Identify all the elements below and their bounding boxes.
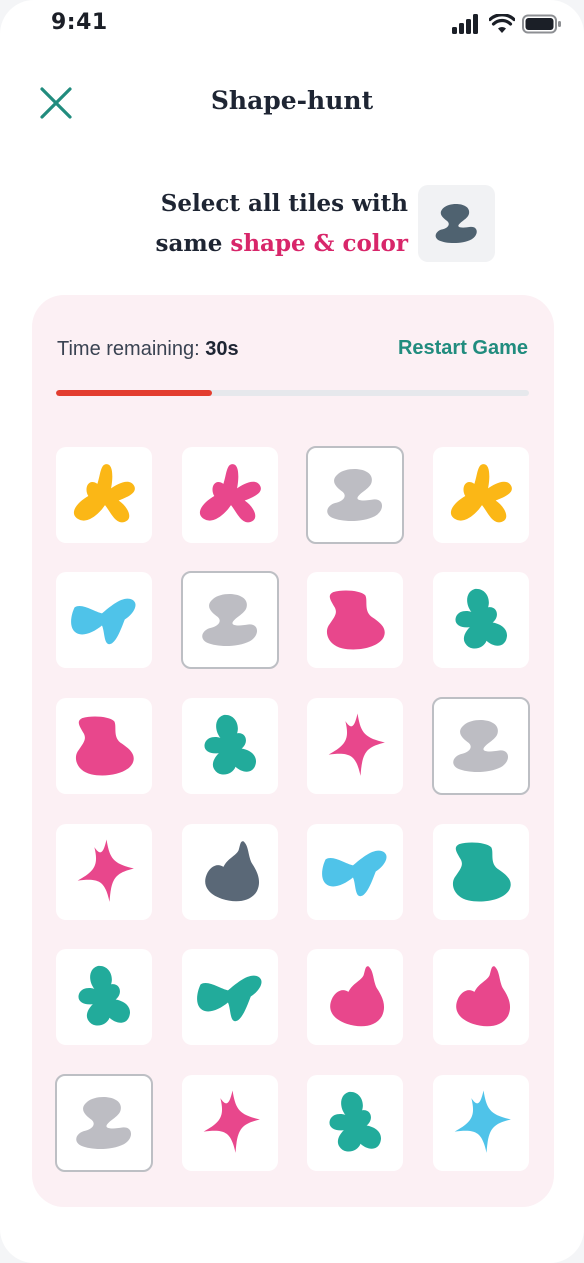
- shape-tile[interactable]: [432, 697, 530, 795]
- shape-tile[interactable]: [56, 572, 152, 668]
- shape-tile[interactable]: [307, 949, 403, 1045]
- boot-icon: [452, 842, 511, 902]
- shape-tile[interactable]: [181, 571, 279, 669]
- boot-shape: [452, 842, 511, 902]
- wifi-icon: [489, 14, 515, 33]
- signal-icon: [452, 14, 478, 34]
- shape-tile[interactable]: [307, 1075, 403, 1171]
- clover-icon: [204, 714, 257, 775]
- fan-icon: [199, 464, 261, 523]
- s-blob-shape: [327, 468, 383, 522]
- clover-icon: [78, 965, 131, 1026]
- s-blob-shape: [76, 1096, 132, 1150]
- clover-icon: [455, 588, 508, 649]
- s-blob-shape: [202, 593, 258, 647]
- boot-icon: [326, 590, 385, 650]
- clover-shape: [455, 588, 508, 649]
- instruction-line-1: Select all tiles with: [160, 190, 408, 217]
- bow-icon: [322, 850, 387, 897]
- s-blob-shape: [453, 719, 509, 773]
- shape-tile[interactable]: [307, 698, 403, 794]
- shape-tile[interactable]: [182, 698, 278, 794]
- star-icon: [454, 1090, 511, 1153]
- instruction-highlight: shape & color: [230, 230, 408, 257]
- shape-tile[interactable]: [55, 1074, 153, 1172]
- heart-shape: [456, 966, 511, 1027]
- clover-icon: [329, 1091, 382, 1152]
- shape-tile[interactable]: [433, 949, 529, 1045]
- shape-tile[interactable]: [182, 824, 278, 920]
- s-blob-icon: [327, 468, 383, 522]
- fan-icon: [450, 464, 512, 523]
- s-blob-icon: [202, 593, 258, 647]
- shape-tile[interactable]: [56, 824, 152, 920]
- shape-tile[interactable]: [307, 572, 403, 668]
- clover-shape: [329, 1091, 382, 1152]
- status-time: 9:41: [51, 10, 108, 35]
- target-shape-tile: [418, 185, 495, 262]
- fan-shape: [450, 464, 512, 523]
- instruction-text: Select all tiles with same shape & color: [90, 184, 408, 264]
- star-shape: [77, 839, 134, 902]
- s-blob-icon: [76, 1096, 132, 1150]
- bow-shape: [197, 975, 262, 1022]
- heart-icon: [205, 841, 260, 902]
- heart-icon: [330, 966, 385, 1027]
- heart-shape: [205, 841, 260, 902]
- shape-tile[interactable]: [433, 447, 529, 543]
- page-title: Shape-hunt: [210, 86, 374, 115]
- shape-tile[interactable]: [433, 824, 529, 920]
- s-blob-shape: [435, 203, 477, 244]
- s-blob-icon: [453, 719, 509, 773]
- status-bar: 9:41: [0, 0, 584, 50]
- heart-shape: [330, 966, 385, 1027]
- shape-tile[interactable]: [433, 572, 529, 668]
- boot-shape: [326, 590, 385, 650]
- shape-tile[interactable]: [182, 1075, 278, 1171]
- shape-tile[interactable]: [182, 949, 278, 1045]
- status-icons: [452, 14, 562, 36]
- star-shape: [203, 1090, 260, 1153]
- tile-grid: [32, 295, 554, 1207]
- instruction-prefix: same: [155, 230, 231, 257]
- shape-tile[interactable]: [56, 698, 152, 794]
- clover-shape: [78, 965, 131, 1026]
- shape-tile[interactable]: [307, 824, 403, 920]
- fan-icon: [73, 464, 135, 523]
- bow-shape: [71, 598, 136, 645]
- star-icon: [328, 713, 385, 776]
- game-board: Time remaining: 30s Restart Game: [32, 295, 554, 1207]
- battery-icon: [522, 14, 561, 34]
- shape-tile[interactable]: [182, 447, 278, 543]
- shape-tile[interactable]: [433, 1075, 529, 1171]
- bow-icon: [71, 598, 136, 645]
- bow-shape: [322, 850, 387, 897]
- boot-icon: [75, 716, 134, 776]
- star-shape: [454, 1090, 511, 1153]
- shape-tile[interactable]: [306, 446, 404, 544]
- shape-tile[interactable]: [56, 447, 152, 543]
- boot-shape: [75, 716, 134, 776]
- heart-icon: [456, 966, 511, 1027]
- target-shape-icon: [435, 203, 477, 244]
- instruction-line-2: same shape & color: [90, 224, 408, 264]
- star-shape: [328, 713, 385, 776]
- bow-icon: [197, 975, 262, 1022]
- shape-tile[interactable]: [56, 949, 152, 1045]
- phone-screen: 9:41 Shape-hunt Select all tiles with sa…: [0, 0, 584, 1263]
- clover-shape: [204, 714, 257, 775]
- fan-shape: [199, 464, 261, 523]
- star-icon: [203, 1090, 260, 1153]
- star-icon: [77, 839, 134, 902]
- fan-shape: [73, 464, 135, 523]
